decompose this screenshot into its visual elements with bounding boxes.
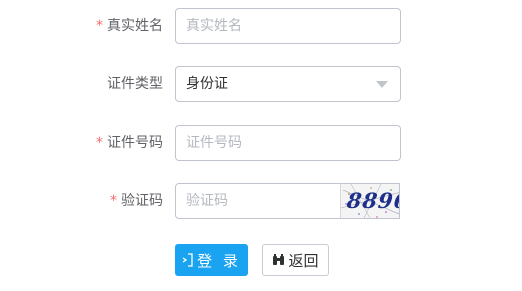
login-button-label: 登 录 xyxy=(197,251,241,270)
sign-in-icon xyxy=(182,253,194,267)
back-button[interactable]: 返回 xyxy=(262,244,329,276)
captcha-input[interactable] xyxy=(175,183,341,219)
captcha-label-text: 验证码 xyxy=(121,193,163,209)
binoculars-icon xyxy=(272,254,285,266)
captcha-text: 8896 xyxy=(345,188,400,213)
back-button-label: 返回 xyxy=(288,251,319,270)
id-number-input[interactable] xyxy=(175,125,401,161)
real-name-label-text: 真实姓名 xyxy=(107,18,163,34)
id-type-selected-value: 身份证 xyxy=(186,76,228,92)
required-mark: * xyxy=(110,193,117,209)
real-name-label: * 真实姓名 xyxy=(96,8,163,44)
chevron-down-icon xyxy=(376,81,388,88)
id-type-row: 证件类型 身份证 xyxy=(0,66,522,102)
real-name-row: * 真实姓名 xyxy=(0,8,522,44)
id-number-label: * 证件号码 xyxy=(96,125,163,161)
real-name-input[interactable] xyxy=(175,8,401,44)
id-number-label-text: 证件号码 xyxy=(107,135,163,151)
login-form: *真实姓名 证件类型 身份证 *证件号码 *验证码 xyxy=(0,0,522,291)
id-type-label: 证件类型 xyxy=(107,76,163,92)
captcha-row: *验证码 8896 xyxy=(0,183,522,219)
required-mark: * xyxy=(96,18,103,34)
login-button[interactable]: 登 录 xyxy=(175,244,248,276)
id-number-row: * 证件号码 xyxy=(0,125,522,161)
captcha-image[interactable]: 8896 xyxy=(340,183,400,219)
required-mark: * xyxy=(96,135,103,151)
id-type-select[interactable]: 身份证 xyxy=(175,66,401,102)
captcha-label: * 验证码 xyxy=(110,183,163,219)
